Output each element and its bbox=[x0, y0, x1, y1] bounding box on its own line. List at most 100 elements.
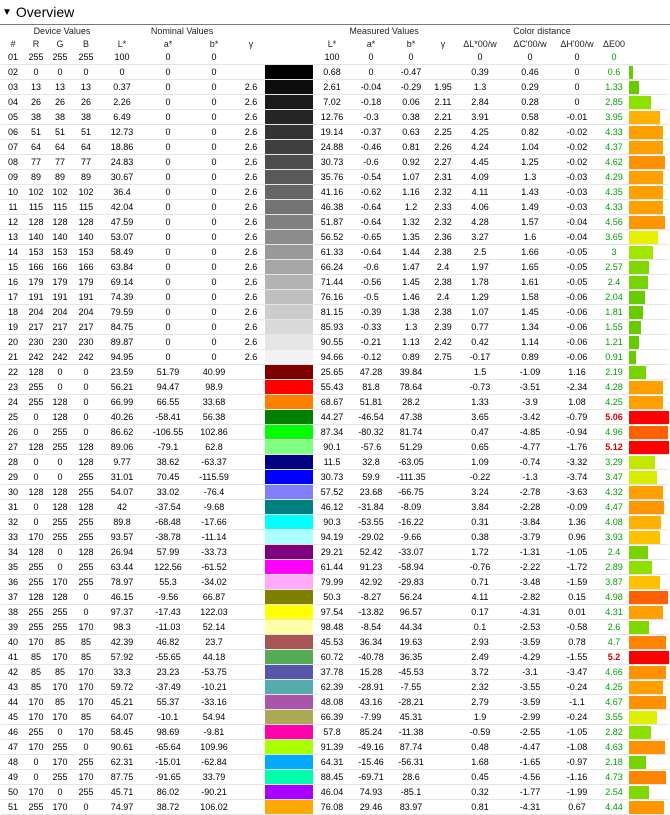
column-header: ΔH'00/w bbox=[560, 38, 594, 49]
table-row: 31 0 128 128 42 -37.54 -9.68 46.12 -31.84 -8.09 3.… bbox=[1, 499, 670, 515]
table-cell: 83.97 bbox=[391, 799, 432, 815]
table-cell: 76.08 bbox=[313, 799, 352, 815]
table-cell: -0.09 bbox=[555, 499, 600, 515]
delta-e-cell: 2.4 bbox=[599, 274, 630, 290]
table-cell: 2.6 bbox=[237, 319, 266, 335]
delta-e-cell: 3.29 bbox=[599, 454, 630, 470]
delta-e-cell: 3.95 bbox=[599, 109, 630, 125]
table-cell: 40.99 bbox=[191, 364, 238, 380]
table-cell: 52.42 bbox=[351, 544, 392, 560]
table-cell: -53.75 bbox=[191, 664, 238, 680]
table-cell: 46.82 bbox=[145, 634, 192, 650]
table-cell: 42 bbox=[99, 499, 146, 515]
delta-e-bar bbox=[629, 214, 670, 230]
delta-e-cell: 5.2 bbox=[599, 649, 630, 665]
table-cell: -37.49 bbox=[145, 679, 192, 695]
delta-e-bar bbox=[629, 319, 670, 335]
table-cell: 0 bbox=[73, 409, 100, 425]
table-cell bbox=[431, 379, 456, 395]
table-cell: 33.79 bbox=[191, 769, 238, 785]
table-row: 10 102 102 102 36.4 0 0 2.6 41.16 -0.62 1.16 2.32 4.… bbox=[1, 184, 670, 200]
table-cell: -0.24 bbox=[555, 709, 600, 725]
delta-e-cell: 2.82 bbox=[599, 724, 630, 740]
table-cell bbox=[431, 499, 456, 515]
table-cell: 55.3 bbox=[145, 574, 192, 590]
table-cell: -0.54 bbox=[351, 169, 392, 185]
table-cell bbox=[237, 394, 266, 410]
table-row: 09 89 89 89 30.67 0 0 2.6 35.76 -0.54 1.07 2.31 4.09… bbox=[1, 169, 670, 185]
table-cell: 2.6 bbox=[237, 259, 266, 275]
table-cell bbox=[237, 469, 266, 485]
table-cell: 51 bbox=[1, 799, 25, 815]
table-cell: 0.47 bbox=[455, 424, 506, 440]
section-title: Overview bbox=[15, 4, 75, 20]
color-swatch bbox=[265, 244, 314, 260]
delta-e-bar bbox=[629, 454, 670, 470]
table-row: 04 26 26 26 2.26 0 0 2.6 7.02 -0.18 0.06 2.11 2.84 0.… bbox=[1, 94, 670, 110]
table-cell: 2.32 bbox=[431, 214, 456, 230]
table-row: 34 128 0 128 26.94 57.99 -33.73 29.21 52.42 -33.0… bbox=[1, 544, 670, 560]
table-cell: 0 bbox=[73, 799, 100, 815]
delta-e-cell: 4.47 bbox=[599, 499, 630, 515]
table-cell bbox=[431, 574, 456, 590]
delta-e-bar bbox=[629, 289, 670, 305]
table-cell: 102 bbox=[47, 184, 73, 200]
overview-table: Device Values Nominal Values Measured Va… bbox=[1, 25, 670, 815]
table-cell: 191 bbox=[73, 289, 100, 305]
delta-e-cell: 4.29 bbox=[599, 169, 630, 185]
column-header-row: # R G B L* a* b* γ L* a* b* γ ΔL*00/w ΔC'00/w ΔH'00/w Δ… bbox=[1, 37, 669, 50]
section-header[interactable]: ▼ Overview bbox=[0, 0, 670, 25]
color-swatch bbox=[265, 124, 314, 140]
collapse-triangle-icon[interactable]: ▼ bbox=[2, 7, 12, 18]
delta-e-bar bbox=[629, 199, 670, 215]
table-cell: 24.88 bbox=[313, 139, 352, 155]
table-cell bbox=[431, 529, 456, 545]
table-cell: 0 bbox=[145, 139, 192, 155]
table-cell: 36 bbox=[1, 574, 25, 590]
table-cell: 0 bbox=[25, 754, 47, 770]
table-cell: 2.5 bbox=[455, 244, 506, 260]
column-header: # bbox=[10, 38, 16, 49]
table-cell: 102 bbox=[73, 184, 100, 200]
table-cell: 90.1 bbox=[313, 439, 352, 455]
table-cell: 0.65 bbox=[455, 439, 506, 455]
table-cell: 91.39 bbox=[313, 739, 352, 755]
table-cell: 79.59 bbox=[99, 304, 146, 320]
table-cell: -1.55 bbox=[555, 649, 600, 665]
table-cell: -91.65 bbox=[145, 769, 192, 785]
table-cell: 09 bbox=[1, 169, 25, 185]
table-row: 38 255 255 0 97.37 -17.43 122.03 97.54 -13.82 96.… bbox=[1, 604, 670, 620]
table-cell: -1.16 bbox=[555, 769, 600, 785]
table-cell: 4.24 bbox=[455, 139, 506, 155]
table-cell bbox=[431, 409, 456, 425]
header-spacer bbox=[1, 25, 25, 37]
table-cell: 66.87 bbox=[191, 589, 238, 605]
table-cell: 1.3 bbox=[505, 169, 556, 185]
header-spacer bbox=[629, 25, 669, 37]
table-cell: 3.65 bbox=[455, 409, 506, 425]
delta-e-bar bbox=[629, 709, 670, 725]
table-cell: 2.6 bbox=[237, 274, 266, 290]
table-cell: 89.87 bbox=[99, 334, 146, 350]
table-cell: 19 bbox=[1, 319, 25, 335]
table-cell: 255 bbox=[73, 559, 100, 575]
table-cell: -33.16 bbox=[191, 694, 238, 710]
table-cell: 0 bbox=[191, 229, 238, 245]
table-cell: 36.35 bbox=[391, 649, 432, 665]
table-cell: 128 bbox=[25, 214, 47, 230]
table-cell: -28.21 bbox=[391, 694, 432, 710]
table-cell: 11.5 bbox=[313, 454, 352, 470]
table-cell: 21 bbox=[1, 349, 25, 365]
delta-e-bar bbox=[629, 724, 670, 740]
table-cell: 0 bbox=[145, 289, 192, 305]
table-cell: 1.09 bbox=[455, 454, 506, 470]
table-cell: -0.76 bbox=[455, 559, 506, 575]
table-cell: -3.74 bbox=[555, 469, 600, 485]
table-cell bbox=[237, 754, 266, 770]
table-cell: 12.76 bbox=[313, 109, 352, 125]
table-cell: 29 bbox=[1, 469, 25, 485]
delta-e-bar bbox=[629, 364, 670, 380]
table-cell: 128 bbox=[25, 589, 47, 605]
table-cell: 70.45 bbox=[145, 469, 192, 485]
table-cell: 2.4 bbox=[431, 289, 456, 305]
